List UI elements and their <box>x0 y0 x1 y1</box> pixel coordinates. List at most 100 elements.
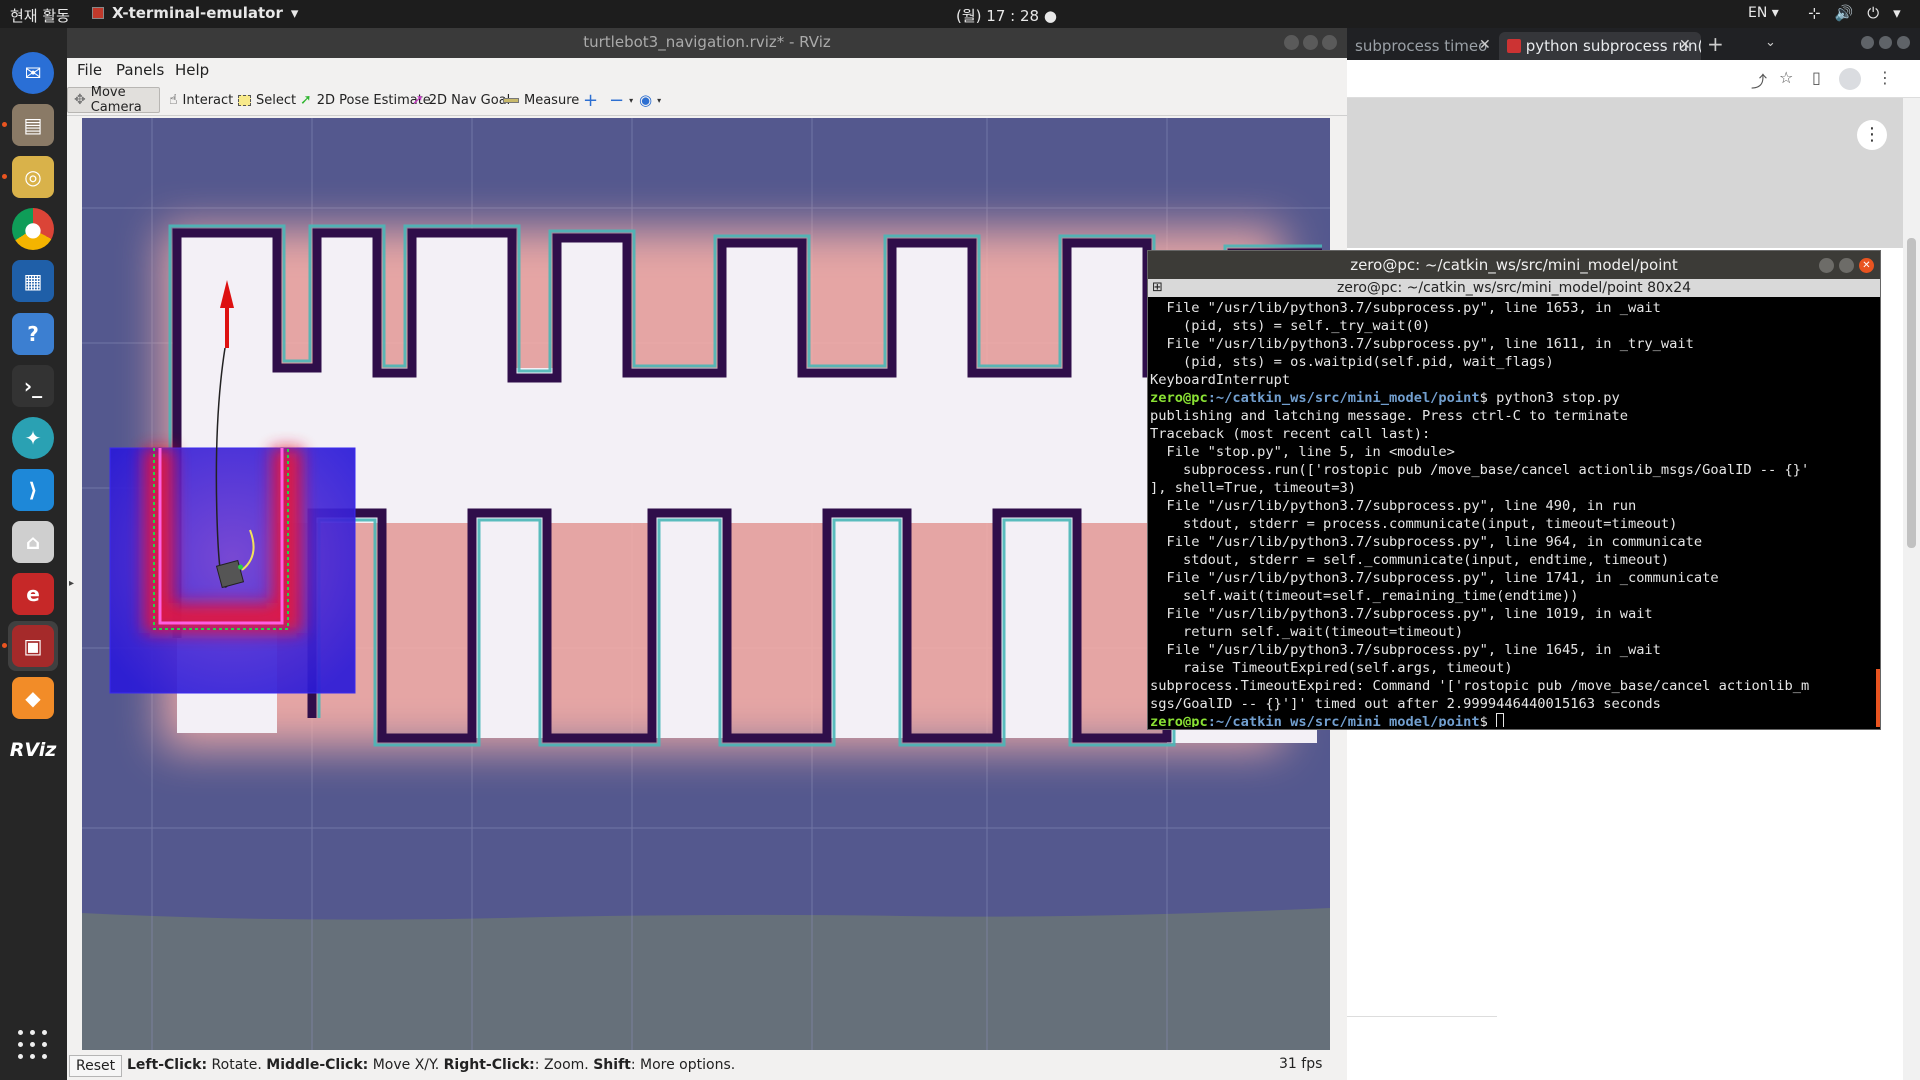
writer-icon: ▦ <box>12 260 54 302</box>
dock-item[interactable]: ✦ <box>8 413 58 463</box>
favicon-icon <box>1507 39 1521 53</box>
sidebar-icon[interactable]: ▯ <box>1812 68 1821 87</box>
hand-icon: ☝ <box>169 92 178 108</box>
line-text: (pid, sts) = os.waitpid(self.pid, wait_f… <box>1150 354 1554 370</box>
terminal-line: raise TimeoutExpired(self.args, timeout) <box>1150 659 1878 677</box>
terminal-titlebar[interactable]: zero@pc: ~/catkin_ws/src/mini_model/poin… <box>1148 251 1880 279</box>
close-icon[interactable]: ✕ <box>1859 258 1874 273</box>
maximize-icon[interactable] <box>1879 36 1892 49</box>
dock-item[interactable]: ›_ <box>8 361 58 411</box>
minimize-icon[interactable] <box>1861 36 1874 49</box>
interact-tool[interactable]: ☝ Interact <box>163 87 239 113</box>
terminal-line: zero@pc:~/catkin_ws/src/mini_model/point… <box>1150 389 1878 407</box>
close-icon[interactable]: ✕ <box>1479 37 1491 53</box>
input-language[interactable]: EN ▾ <box>1748 5 1779 21</box>
tab-label: subprocess timeo <box>1355 37 1488 55</box>
move-camera-tool[interactable]: ✥ Move Camera <box>67 85 160 115</box>
terminal-output[interactable]: File "/usr/lib/python3.7/subprocess.py",… <box>1150 299 1878 727</box>
running-indicator <box>2 122 7 127</box>
grid-icon[interactable]: ⊞ <box>1152 279 1163 297</box>
tab-subprocess-timeout[interactable]: subprocess timeo <box>1347 32 1497 60</box>
3d-viewport[interactable] <box>82 118 1330 1050</box>
dock-item[interactable]: ◎ <box>8 152 58 202</box>
more-menu-icon[interactable]: ⋮ <box>1877 68 1893 87</box>
add-tool-button[interactable]: + <box>577 87 604 113</box>
dock-item[interactable]: ▤ <box>8 100 58 150</box>
dock-item[interactable]: ● <box>8 204 58 254</box>
dock-item[interactable]: e <box>8 569 58 619</box>
terminal-line: stdout, stderr = process.communicate(inp… <box>1150 515 1878 533</box>
chevron-down-icon[interactable]: ⌄ <box>1765 35 1776 50</box>
rviz-titlebar[interactable]: turtlebot3_navigation.rviz* - RViz <box>67 28 1347 58</box>
prompt-user: zero@pc <box>1150 390 1208 406</box>
select-tool[interactable]: Select <box>232 87 302 113</box>
apps-grid-dot <box>30 1054 35 1059</box>
bookmark-star-icon[interactable]: ☆ <box>1779 68 1793 87</box>
tool-label: Measure <box>524 92 580 108</box>
close-icon[interactable] <box>1322 35 1337 50</box>
menu-panels[interactable]: Panels <box>116 61 164 79</box>
tab-python-subprocess-run[interactable]: python subprocess run() <box>1499 32 1701 60</box>
minimize-icon[interactable] <box>1819 258 1834 273</box>
close-icon[interactable]: ✕ <box>1679 37 1691 53</box>
profile-avatar[interactable] <box>1839 68 1861 90</box>
activities-button[interactable]: 현재 활동 <box>10 5 70 26</box>
dock-item[interactable]: RViz <box>8 725 58 775</box>
menu-help[interactable]: Help <box>175 61 209 79</box>
running-indicator <box>2 174 7 179</box>
apps-grid-dot <box>18 1054 23 1059</box>
close-icon[interactable] <box>1897 36 1910 49</box>
terminal-icon: ›_ <box>12 365 54 407</box>
prompt-path: :~/catkin_ws/src/mini_model/point <box>1207 714 1480 727</box>
top-panel: 현재 활동 X-terminal-emulator ▾ (월) 17 : 28 … <box>0 0 1920 28</box>
dock-item[interactable]: ⌂ <box>8 517 58 567</box>
panel-collapse-handle[interactable]: ▸ <box>69 578 74 589</box>
terminal-line: File "/usr/lib/python3.7/subprocess.py",… <box>1150 299 1878 317</box>
line-text: File "stop.py", line 5, in <module> <box>1150 444 1455 460</box>
page-menu-button[interactable]: ⋮ <box>1857 120 1887 150</box>
minimize-icon[interactable] <box>1284 35 1299 50</box>
tool-label: Interact <box>182 92 234 108</box>
app-menu[interactable]: X-terminal-emulator ▾ <box>92 4 298 22</box>
dock-item[interactable]: ▦ <box>8 256 58 306</box>
terminal-line: File "stop.py", line 5, in <module> <box>1150 443 1878 461</box>
power-icon: ⏻ <box>1867 4 1880 22</box>
show-apps-button[interactable] <box>18 1030 48 1060</box>
terminal-line: KeyboardInterrupt <box>1150 371 1878 389</box>
app-icon: ✦ <box>12 417 54 459</box>
scrollbar-thumb[interactable] <box>1876 669 1880 727</box>
menu-file[interactable]: File <box>77 61 102 79</box>
clock[interactable]: (월) 17 : 28 ● <box>956 5 1057 26</box>
reset-button[interactable]: Reset <box>69 1055 123 1077</box>
more-menu-icon: ⋮ <box>1863 124 1881 145</box>
status-bar: Reset Left-Click: Rotate. Middle-Click: … <box>67 1052 1347 1080</box>
dock-item[interactable]: ⟩ <box>8 465 58 515</box>
dock-item[interactable]: ◆ <box>8 673 58 723</box>
maximize-icon[interactable] <box>1839 258 1854 273</box>
tool-bar: ✥ Move Camera ☝ Interact Select ➚ 2D Pos… <box>67 82 1347 116</box>
new-tab-button[interactable]: + <box>1707 32 1724 56</box>
page-scrollbar[interactable] <box>1903 98 1920 1080</box>
scrollbar-thumb[interactable] <box>1907 238 1916 548</box>
terminal-line: subprocess.run(['rostopic pub /move_base… <box>1150 461 1878 479</box>
dock-item[interactable]: ✉ <box>8 48 58 98</box>
terminal-cursor <box>1496 713 1505 727</box>
line-text: File "/usr/lib/python3.7/subprocess.py",… <box>1150 534 1703 550</box>
line-text: File "/usr/lib/python3.7/subprocess.py",… <box>1150 300 1661 316</box>
line-text: File "/usr/lib/python3.7/subprocess.py",… <box>1150 336 1694 352</box>
maximize-icon[interactable] <box>1303 35 1318 50</box>
thunderbird-icon: ✉ <box>12 52 54 94</box>
dock-item[interactable]: ? <box>8 309 58 359</box>
terminal-line: File "/usr/lib/python3.7/subprocess.py",… <box>1150 569 1878 587</box>
apps-grid-dot <box>42 1030 47 1035</box>
line-text: publishing and latching message. Press c… <box>1150 408 1628 424</box>
terminal-active-icon: ▣ <box>12 625 54 667</box>
measure-tool[interactable]: Measure <box>497 87 585 113</box>
share-icon[interactable]: ⤴ <box>1751 68 1767 92</box>
system-tray[interactable]: ⊹ 🔊 ⏻ ▾ <box>1808 4 1901 22</box>
tool-label: Move Camera <box>90 85 142 115</box>
plus-icon: + <box>583 89 599 111</box>
dock-item[interactable]: ▣ <box>8 621 58 671</box>
chevron-down-icon: ▾ <box>657 95 662 105</box>
view-options-button[interactable]: ◉ ▾ <box>633 87 667 113</box>
